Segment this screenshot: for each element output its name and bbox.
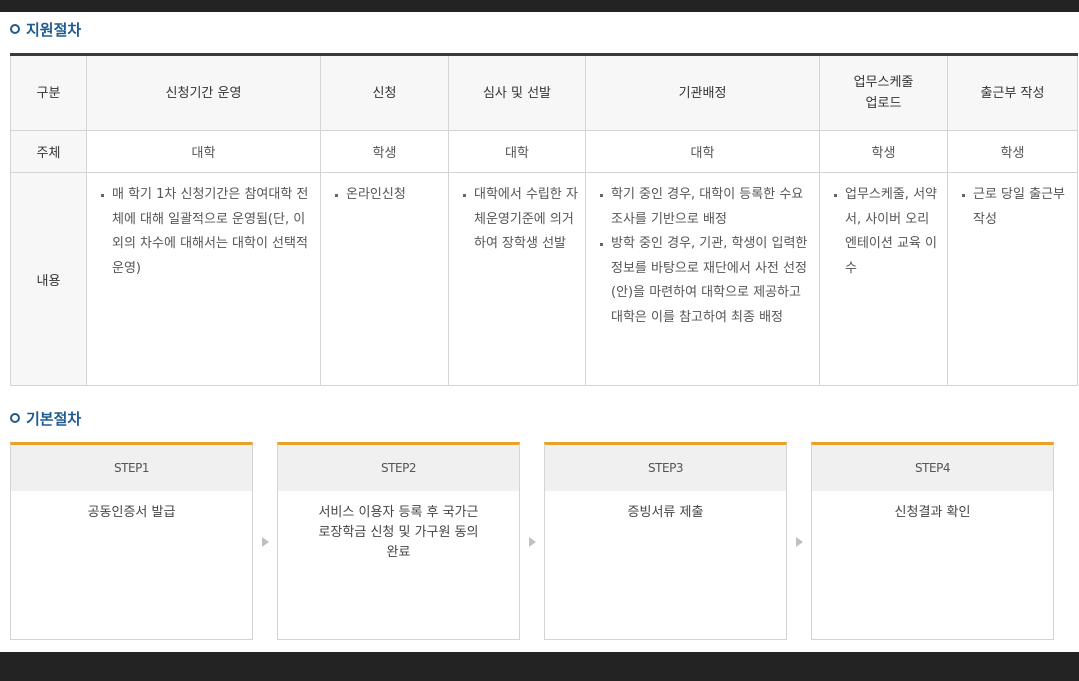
content-item: 학기 중인 경우, 대학이 등록한 수요조사를 기반으로 배정 bbox=[598, 183, 813, 232]
step-card-1: STEP1 공동인증서 발급 bbox=[10, 442, 253, 640]
content-item: 매 학기 1차 신청기간은 참여대학 전체에 대해 일괄적으로 운영됨(단, 이… bbox=[99, 183, 314, 281]
subject-label: 주체 bbox=[10, 130, 87, 173]
subject-cell: 대학 bbox=[86, 130, 321, 173]
subject-cell: 대학 bbox=[448, 130, 586, 173]
step-card-4: STEP4 신청결과 확인 bbox=[811, 442, 1054, 640]
header-institution-assignment: 기관배정 bbox=[585, 54, 820, 131]
arrow-right-icon bbox=[262, 537, 269, 547]
support-procedure-title-text: 지원절차 bbox=[26, 20, 82, 39]
subject-cell: 대학 bbox=[585, 130, 820, 173]
subject-cell: 학생 bbox=[947, 130, 1078, 173]
content-item: 방학 중인 경우, 기관, 학생이 입력한 정보를 바탕으로 재단에서 사전 선… bbox=[598, 232, 813, 330]
header-attendance: 출근부 작성 bbox=[947, 54, 1078, 131]
page-content: 지원절차 구분 신청기간 운영 신청 심사 및 선발 기관배정 업무스케줄 업로드… bbox=[0, 12, 1079, 652]
arrow-right-icon bbox=[796, 537, 803, 547]
content-item: 업무스케줄, 서약서, 사이버 오리엔테이션 교육 이수 bbox=[832, 183, 941, 281]
circle-bullet-icon bbox=[10, 24, 20, 34]
step-text: 서비스 이용자 등록 후 국가근로장학금 신청 및 가구원 동의완료 bbox=[318, 505, 479, 560]
arrow-right-icon bbox=[529, 537, 536, 547]
step-text: 공동인증서 발급 bbox=[87, 505, 176, 520]
circle-bullet-icon bbox=[10, 413, 20, 423]
content-cell: 근로 당일 출근부 작성 bbox=[947, 172, 1078, 386]
content-cell: 학기 중인 경우, 대학이 등록한 수요조사를 기반으로 배정 방학 중인 경우… bbox=[585, 172, 820, 386]
step-label: STEP3 bbox=[545, 445, 786, 491]
step-text: 신청결과 확인 bbox=[894, 505, 971, 520]
step-label: STEP1 bbox=[11, 445, 252, 491]
header-application-period: 신청기간 운영 bbox=[86, 54, 321, 131]
content-cell: 대학에서 수립한 자체운영기준에 의거하여 장학생 선발 bbox=[448, 172, 586, 386]
subject-cell: 학생 bbox=[320, 130, 449, 173]
support-procedure-title: 지원절차 bbox=[10, 18, 81, 40]
basic-procedure-title-text: 기본절차 bbox=[26, 409, 82, 428]
content-item: 온라인신청 bbox=[333, 183, 442, 208]
table-row-subject: 주체 대학 학생 대학 대학 학생 학생 bbox=[10, 130, 1078, 173]
header-review-selection: 심사 및 선발 bbox=[448, 54, 586, 131]
table-row-content: 내용 매 학기 1차 신청기간은 참여대학 전체에 대해 일괄적으로 운영됨(단… bbox=[10, 172, 1078, 386]
step-label: STEP4 bbox=[812, 445, 1053, 491]
content-label: 내용 bbox=[10, 172, 87, 386]
header-schedule-upload: 업무스케줄 업로드 bbox=[819, 54, 948, 131]
header-category: 구분 bbox=[10, 54, 87, 131]
header-application: 신청 bbox=[320, 54, 449, 131]
basic-procedure-title: 기본절차 bbox=[10, 407, 81, 429]
content-item: 대학에서 수립한 자체운영기준에 의거하여 장학생 선발 bbox=[461, 183, 579, 257]
support-procedure-table: 구분 신청기간 운영 신청 심사 및 선발 기관배정 업무스케줄 업로드 출근부 … bbox=[10, 53, 1078, 386]
step-text: 증빙서류 제출 bbox=[627, 505, 704, 520]
step-card-2: STEP2 서비스 이용자 등록 후 국가근로장학금 신청 및 가구원 동의완료 bbox=[277, 442, 520, 640]
content-cell: 매 학기 1차 신청기간은 참여대학 전체에 대해 일괄적으로 운영됨(단, 이… bbox=[86, 172, 321, 386]
table-header-row: 구분 신청기간 운영 신청 심사 및 선발 기관배정 업무스케줄 업로드 출근부 … bbox=[10, 54, 1078, 131]
step-card-3: STEP3 증빙서류 제출 bbox=[544, 442, 787, 640]
step-label: STEP2 bbox=[278, 445, 519, 491]
content-item: 근로 당일 출근부 작성 bbox=[960, 183, 1071, 232]
subject-cell: 학생 bbox=[819, 130, 948, 173]
content-cell: 온라인신청 bbox=[320, 172, 449, 386]
step-flow: STEP1 공동인증서 발급 STEP2 서비스 이용자 등록 후 국가근로장학… bbox=[10, 442, 1055, 642]
content-cell: 업무스케줄, 서약서, 사이버 오리엔테이션 교육 이수 bbox=[819, 172, 948, 386]
